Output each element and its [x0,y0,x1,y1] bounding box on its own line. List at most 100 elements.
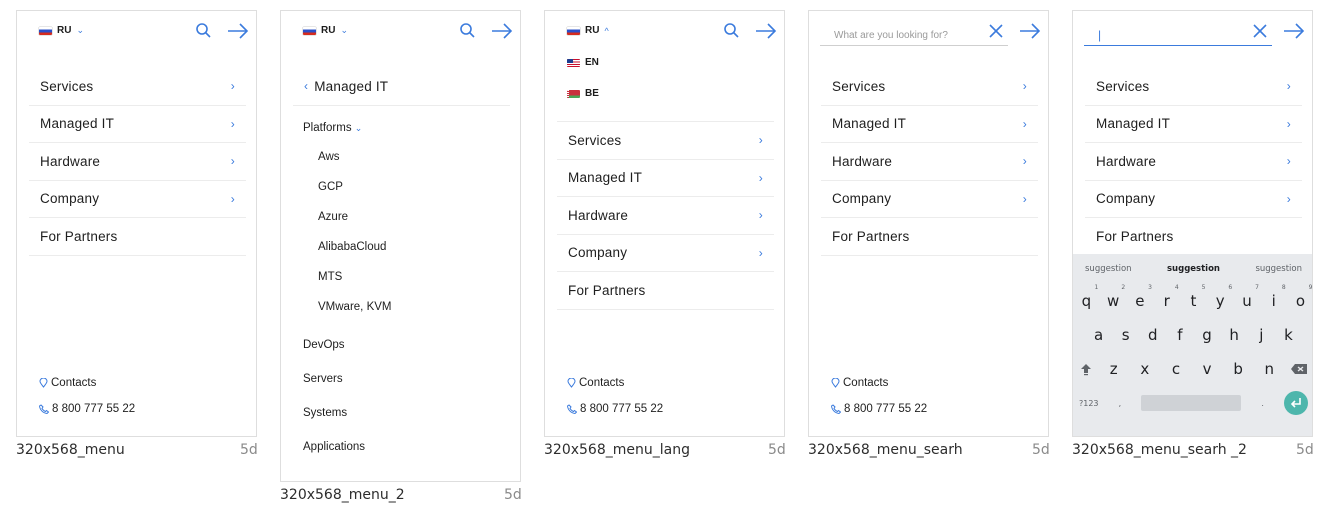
arrow-right-icon[interactable] [1019,21,1041,41]
submenu-item-vmware[interactable]: VMware, KVM [318,301,392,313]
phone-link[interactable]: 8 800 777 55 22 [39,396,135,422]
menu-item-hardware[interactable]: Hardware › [557,197,774,235]
key[interactable]: w2 [1103,284,1125,310]
comma-key[interactable]: , [1119,399,1122,408]
key[interactable]: v [1197,360,1217,378]
submenu-item-mts[interactable]: MTS [318,271,342,283]
arrow-right-icon[interactable] [755,21,777,41]
frame-caption[interactable]: 320x568_menu [16,442,125,458]
chevron-right-icon: › [230,116,235,131]
shift-icon[interactable] [1079,362,1093,376]
frame-caption[interactable]: 320x568_menu_searh [808,442,963,458]
contacts-link[interactable]: Contacts [567,370,663,396]
menu-item-company[interactable]: Company › [557,235,774,272]
submenu-item-azure[interactable]: Azure [318,211,348,223]
suggestion-item[interactable]: suggestion [1255,264,1302,274]
menu-item-company[interactable]: Company › [1085,181,1302,218]
key[interactable]: j [1251,326,1271,344]
menu-item-services[interactable]: Services › [557,122,774,160]
key[interactable]: s [1116,326,1136,344]
key[interactable]: f [1170,326,1190,344]
submenu-item-aws[interactable]: Aws [318,151,340,163]
language-option-be[interactable]: BE [567,88,599,99]
menu-item-services[interactable]: Services › [821,68,1038,106]
platforms-group[interactable]: Platforms ⌄ [303,122,362,134]
key[interactable]: h [1224,326,1244,344]
search-icon[interactable] [721,21,743,41]
key[interactable]: t5 [1183,284,1205,310]
search-icon[interactable] [193,21,215,41]
space-bar[interactable] [1141,395,1242,411]
menu-item-services[interactable]: Services › [1085,68,1302,106]
language-selector[interactable]: RU ⌄ [39,25,84,36]
close-icon[interactable] [1249,21,1271,41]
search-input[interactable]: | [1084,19,1272,46]
back-button[interactable]: ‹ Managed IT [293,68,510,106]
key[interactable]: r4 [1157,284,1179,310]
menu-item-managed-it[interactable]: Managed IT › [1085,106,1302,143]
submenu-item-applications[interactable]: Applications [303,441,365,453]
menu-item-for-partners[interactable]: For Partners [29,218,246,256]
language-option-en[interactable]: EN [567,57,599,68]
chevron-right-icon: › [230,154,235,169]
key[interactable]: u7 [1237,284,1259,310]
frame-caption[interactable]: 320x568_menu_2 [280,487,405,503]
key[interactable]: d [1143,326,1163,344]
submenu-item-devops[interactable]: DevOps [303,339,345,351]
keyboard-row-2: a s d f g h j k [1073,318,1312,352]
search-input[interactable]: What are you looking for? [820,19,1008,46]
key[interactable]: b [1228,360,1248,378]
key[interactable]: z [1104,360,1124,378]
menu-item-managed-it[interactable]: Managed IT › [29,106,246,143]
frame-caption[interactable]: 320x568_menu_searh _2 [1072,442,1247,458]
key[interactable]: e3 [1130,284,1152,310]
chevron-down-icon: ⌄ [76,25,84,35]
menu-item-managed-it[interactable]: Managed IT › [557,160,774,197]
key[interactable]: a [1089,326,1109,344]
submenu-item-systems[interactable]: Systems [303,407,347,419]
symbols-key[interactable]: ?123 [1079,399,1099,408]
menu-item-company[interactable]: Company › [821,181,1038,218]
period-key[interactable]: . [1261,399,1264,408]
menu-item-for-partners[interactable]: For Partners [1085,218,1302,256]
menu-item-hardware[interactable]: Hardware › [1085,143,1302,181]
phone-link[interactable]: 8 800 777 55 22 [831,396,927,422]
menu-item-services[interactable]: Services › [29,68,246,106]
language-selector[interactable]: RU ⌄ [303,25,348,36]
menu-item-managed-it[interactable]: Managed IT › [821,106,1038,143]
submenu-item-servers[interactable]: Servers [303,373,343,385]
search-icon[interactable] [457,21,479,41]
menu-item-for-partners[interactable]: For Partners [821,218,1038,256]
arrow-right-icon[interactable] [491,21,513,41]
enter-icon[interactable] [1283,391,1308,415]
submenu-item-alibabacloud[interactable]: AlibabaCloud [318,241,386,253]
phone-link[interactable]: 8 800 777 55 22 [567,396,663,422]
menu-item-company[interactable]: Company › [29,181,246,218]
key[interactable]: y6 [1210,284,1232,310]
suggestion-item[interactable]: suggestion [1167,264,1220,274]
key[interactable]: q1 [1076,284,1099,310]
phone-icon [39,404,49,414]
chevron-right-icon: › [1286,191,1291,206]
frame-caption[interactable]: 320x568_menu_lang [544,442,690,458]
key[interactable]: i8 [1264,284,1286,310]
key[interactable]: o9 [1291,284,1312,310]
chevron-right-icon: › [758,170,763,185]
key[interactable]: k [1278,326,1298,344]
key[interactable]: c [1166,360,1186,378]
close-icon[interactable] [985,21,1007,41]
arrow-right-icon[interactable] [1283,21,1305,41]
contacts-link[interactable]: Contacts [831,370,927,396]
key[interactable]: x [1135,360,1155,378]
suggestion-item[interactable]: suggestion [1085,264,1132,274]
menu-item-hardware[interactable]: Hardware › [29,143,246,181]
language-selector[interactable]: RU ^ [567,25,609,36]
submenu-item-gcp[interactable]: GCP [318,181,343,193]
menu-item-for-partners[interactable]: For Partners [557,272,774,310]
key[interactable]: n [1259,360,1279,378]
contacts-link[interactable]: Contacts [39,370,135,396]
arrow-right-icon[interactable] [227,21,249,41]
backspace-icon[interactable] [1290,363,1308,375]
key[interactable]: g [1197,326,1217,344]
menu-item-hardware[interactable]: Hardware › [821,143,1038,181]
